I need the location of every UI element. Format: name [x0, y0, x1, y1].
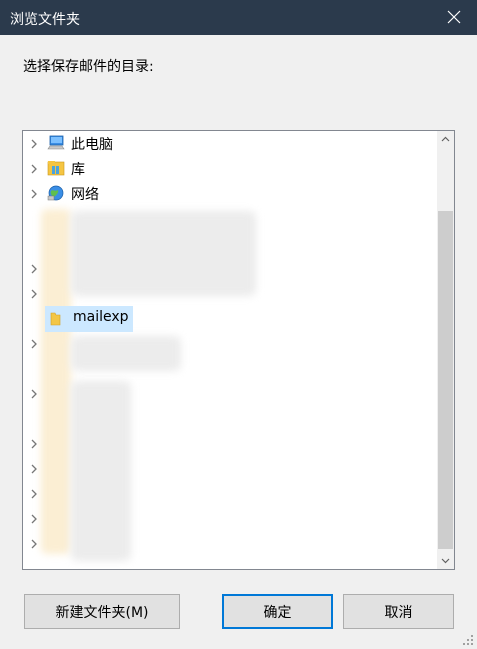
chevron-right-icon[interactable]	[29, 163, 39, 175]
scroll-thumb[interactable]	[438, 211, 453, 549]
scroll-down-button[interactable]	[437, 552, 454, 569]
tree-item-label: 网络	[71, 187, 99, 203]
window-title: 浏览文件夹	[10, 12, 80, 28]
prompt-label: 选择保存邮件的目录:	[23, 59, 154, 75]
computer-icon	[47, 135, 65, 150]
tree-item-library[interactable]: 库	[23, 156, 433, 181]
scroll-up-button[interactable]	[437, 131, 454, 148]
chevron-right-icon[interactable]	[29, 513, 39, 525]
chevron-right-icon[interactable]	[29, 538, 39, 550]
folder-tree[interactable]: 此电脑 库 网络 mailexp	[22, 130, 455, 570]
new-folder-button[interactable]: 新建文件夹(M)	[24, 594, 180, 629]
close-icon	[447, 10, 461, 24]
library-icon	[47, 161, 65, 176]
blurred-folder-names	[71, 211, 256, 296]
chevron-right-icon[interactable]	[29, 288, 39, 300]
chevron-right-icon[interactable]	[29, 263, 39, 275]
tree-item-label: 库	[71, 162, 85, 178]
chevron-right-icon[interactable]	[29, 188, 39, 200]
chevron-right-icon[interactable]	[29, 488, 39, 500]
tree-item-this-pc[interactable]: 此电脑	[23, 131, 433, 156]
blurred-folder-icons	[41, 209, 71, 554]
tree-item-mailexp[interactable]: mailexp	[45, 306, 133, 332]
tree-item-label: mailexp	[73, 309, 129, 325]
blurred-folder-names	[71, 381, 131, 561]
chevron-right-icon[interactable]	[29, 438, 39, 450]
chevron-up-icon	[441, 136, 450, 142]
blurred-folder-names	[71, 336, 181, 371]
chevron-down-icon	[441, 558, 450, 564]
chevron-right-icon[interactable]	[29, 138, 39, 150]
chevron-right-icon[interactable]	[29, 388, 39, 400]
chevron-right-icon[interactable]	[29, 338, 39, 350]
tree-item-network[interactable]: 网络	[23, 181, 433, 206]
ok-button[interactable]: 确定	[222, 594, 333, 629]
resize-grip-icon[interactable]	[462, 634, 474, 646]
network-icon	[47, 185, 64, 201]
cancel-button[interactable]: 取消	[343, 594, 454, 629]
tree-item-label: 此电脑	[71, 137, 113, 153]
folder-icon	[50, 312, 61, 326]
chevron-right-icon[interactable]	[29, 463, 39, 475]
title-bar: 浏览文件夹	[0, 0, 477, 35]
vertical-scrollbar[interactable]	[437, 131, 454, 569]
close-button[interactable]	[431, 0, 477, 35]
